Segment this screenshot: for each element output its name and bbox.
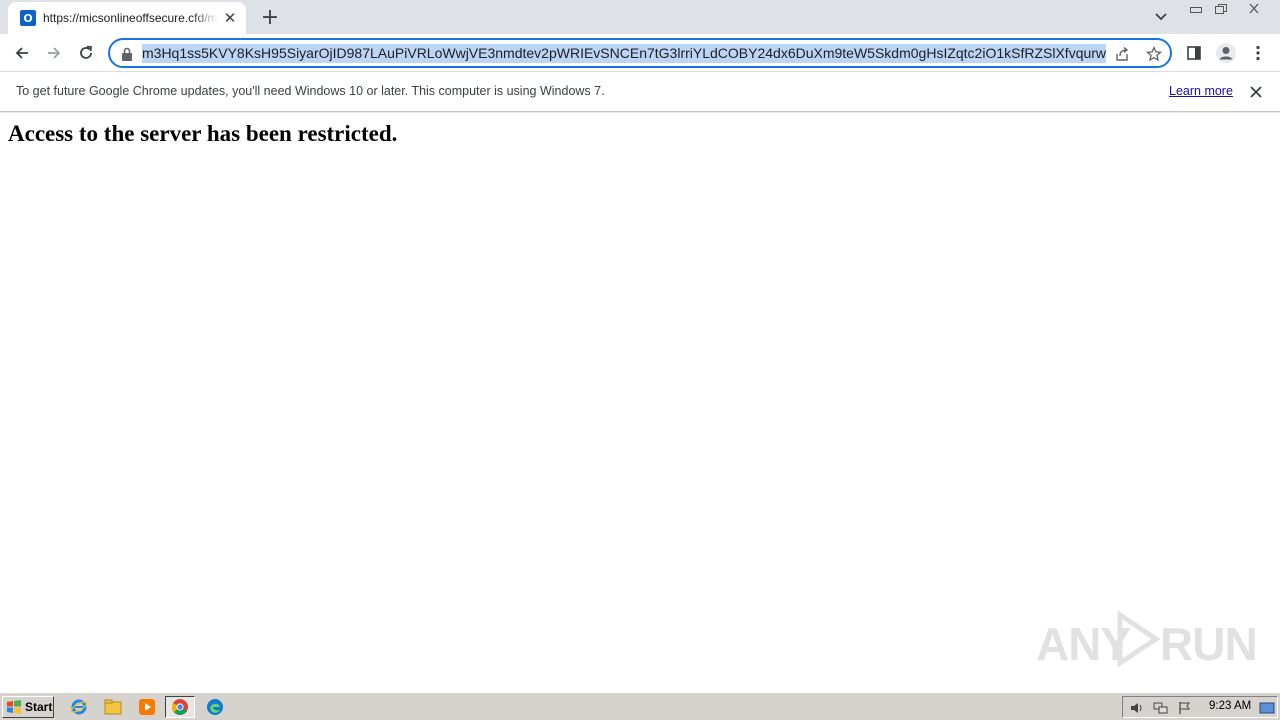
taskbar: Start 9:23 AM: [0, 692, 1280, 720]
outlook-favicon: O: [20, 10, 36, 26]
tab-title: https://micsonlineoffsecure.cfd/main: [43, 11, 218, 25]
page-content: Access to the server has been restricted…: [0, 113, 1280, 692]
reload-icon[interactable]: [72, 39, 100, 67]
play-logo-icon: [1117, 611, 1160, 667]
taskbar-clock[interactable]: 9:23 AM: [1209, 700, 1251, 712]
kebab-menu-icon[interactable]: [1244, 39, 1272, 67]
file-explorer-icon[interactable]: [102, 697, 124, 717]
chrome-icon[interactable]: [165, 696, 195, 718]
watermark-right: RUN: [1160, 618, 1258, 670]
update-infobar: To get future Google Chrome updates, you…: [0, 72, 1280, 112]
start-label: Start: [25, 700, 53, 714]
lock-icon[interactable]: [120, 46, 134, 62]
page-title: Access to the server has been restricted…: [8, 121, 398, 146]
action-center-flag-icon[interactable]: [1177, 700, 1193, 716]
side-panel-icon[interactable]: [1180, 39, 1208, 67]
network-icon[interactable]: [1153, 700, 1169, 716]
infobar-message: To get future Google Chrome updates, you…: [16, 84, 605, 98]
volume-icon[interactable]: [1129, 700, 1145, 716]
browser-window: O https://micsonlineoffsecure.cfd/main ✕…: [0, 0, 1280, 692]
address-bar[interactable]: m3Hq1ss5KVY8KsH95SiyarOjID987LAuPiVRLoWw…: [108, 38, 1172, 68]
start-button[interactable]: Start: [2, 696, 54, 718]
share-icon[interactable]: [1112, 44, 1132, 64]
media-player-icon[interactable]: [136, 697, 158, 717]
url-text[interactable]: m3Hq1ss5KVY8KsH95SiyarOjID987LAuPiVRLoWw…: [142, 44, 1106, 63]
toolbar: m3Hq1ss5KVY8KsH95SiyarOjID987LAuPiVRLoWw…: [0, 34, 1280, 72]
close-icon[interactable]: [1246, 82, 1266, 102]
back-arrow-icon[interactable]: [8, 39, 36, 67]
minimize-icon[interactable]: [1184, 1, 1208, 17]
forward-arrow-icon[interactable]: [40, 39, 68, 67]
star-icon[interactable]: [1144, 44, 1164, 64]
tab-search-chevron-icon[interactable]: [1150, 7, 1172, 27]
window-close-icon[interactable]: [1242, 1, 1266, 17]
edge-icon[interactable]: [204, 697, 226, 717]
new-tab-button[interactable]: +: [258, 5, 282, 30]
close-icon[interactable]: ✕: [222, 9, 238, 27]
show-desktop-icon[interactable]: [1259, 700, 1275, 716]
windows-flag-icon: [7, 700, 21, 714]
profile-icon[interactable]: [1212, 39, 1240, 67]
system-tray: 9:23 AM: [1122, 696, 1278, 718]
tab-strip: O https://micsonlineoffsecure.cfd/main ✕…: [0, 0, 1280, 34]
anyrun-watermark: ANY RUN: [1036, 607, 1258, 677]
restore-icon[interactable]: [1209, 1, 1233, 17]
tab-active[interactable]: O https://micsonlineoffsecure.cfd/main ✕: [8, 2, 246, 34]
learn-more-link[interactable]: Learn more: [1169, 84, 1233, 98]
internet-explorer-icon[interactable]: [68, 697, 90, 717]
